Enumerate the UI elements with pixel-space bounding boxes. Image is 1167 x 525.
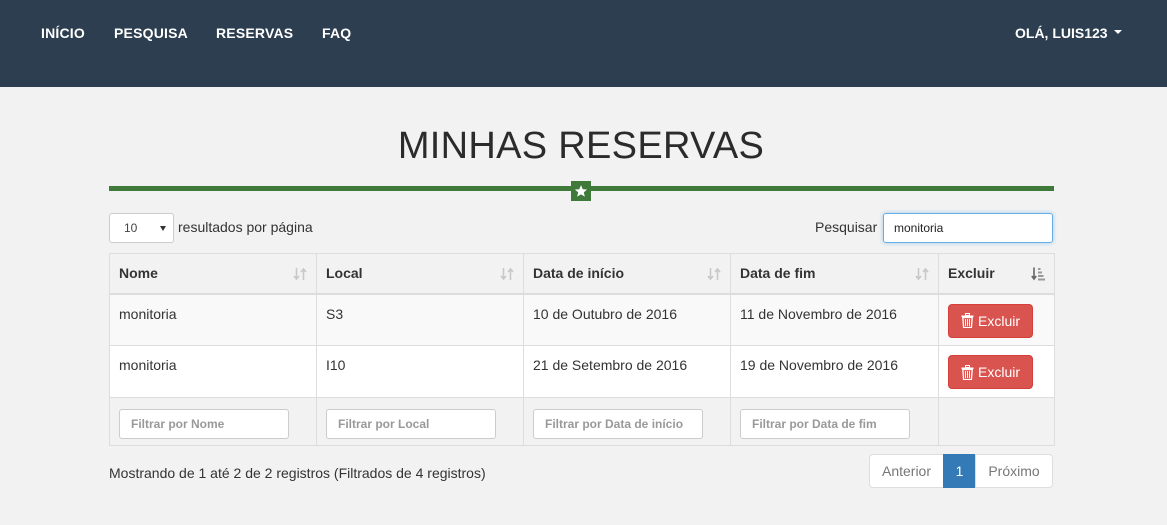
select-arrow-icon bbox=[160, 226, 166, 231]
top-navbar: INÍCIO PESQUISA RESERVAS FAQ OLÁ, LUIS12… bbox=[0, 0, 1167, 87]
sort-amount-desc-icon bbox=[1031, 267, 1045, 281]
excluir-button-label: Excluir bbox=[978, 364, 1021, 380]
excluir-button[interactable]: Excluir bbox=[948, 355, 1033, 389]
cell-data-inicio: 21 de Setembro de 2016 bbox=[523, 345, 731, 398]
cell-nome: monitoria bbox=[109, 293, 317, 346]
nav-pesquisa[interactable]: PESQUISA bbox=[114, 25, 188, 41]
filter-cell bbox=[109, 397, 317, 446]
sort-icon bbox=[707, 267, 721, 281]
column-header-local[interactable]: Local bbox=[316, 253, 524, 294]
column-header-nome[interactable]: Nome bbox=[109, 253, 317, 294]
filter-cell bbox=[523, 397, 731, 446]
excluir-button-label: Excluir bbox=[978, 312, 1021, 329]
table-header-row: Nome Local Data de início Data de fim Ex… bbox=[109, 253, 1055, 294]
column-header-label: Data de fim bbox=[740, 265, 816, 281]
filter-local-input[interactable] bbox=[326, 409, 496, 439]
sort-icon bbox=[915, 267, 929, 281]
filter-cell-empty bbox=[938, 397, 1055, 446]
cell-data-fim: 19 de Novembro de 2016 bbox=[730, 345, 939, 398]
pagination-previous[interactable]: Anterior bbox=[869, 454, 944, 488]
column-header-label: Excluir bbox=[948, 265, 995, 281]
cell-excluir: Excluir bbox=[938, 293, 1055, 346]
column-header-label: Data de início bbox=[533, 265, 625, 281]
table-info-text: Mostrando de 1 até 2 de 2 registros (Fil… bbox=[109, 465, 486, 481]
page-length-select[interactable]: 10 bbox=[109, 213, 174, 243]
user-menu-dropdown[interactable]: OLÁ, LUIS123 bbox=[1015, 25, 1122, 41]
filter-row bbox=[109, 397, 1055, 446]
pagination: Anterior 1 Próximo bbox=[869, 454, 1053, 488]
search-label: Pesquisar bbox=[815, 219, 878, 235]
search-input[interactable] bbox=[883, 213, 1053, 243]
pagination-page-current[interactable]: 1 bbox=[943, 454, 976, 488]
reservations-table: Nome Local Data de início Data de fim Ex… bbox=[109, 253, 1055, 446]
trash-icon bbox=[961, 313, 974, 328]
column-header-data-fim[interactable]: Data de fim bbox=[730, 253, 939, 294]
filter-cell bbox=[730, 397, 939, 446]
page-length-value: 10 bbox=[124, 221, 138, 235]
filter-nome-input[interactable] bbox=[119, 409, 289, 439]
column-header-label: Nome bbox=[119, 265, 158, 281]
cell-local: I10 bbox=[316, 345, 524, 398]
star-icon bbox=[571, 181, 591, 201]
cell-data-fim: 11 de Novembro de 2016 bbox=[730, 293, 939, 346]
column-header-data-inicio[interactable]: Data de início bbox=[523, 253, 731, 294]
cell-data-inicio: 10 de Outubro de 2016 bbox=[523, 293, 731, 346]
page-title: MINHAS RESERVAS bbox=[397, 125, 765, 167]
cell-local: S3 bbox=[316, 293, 524, 346]
filter-data-inicio-input[interactable] bbox=[533, 409, 703, 439]
sort-icon bbox=[293, 267, 307, 281]
user-menu-label: OLÁ, LUIS123 bbox=[1015, 25, 1108, 41]
column-header-label: Local bbox=[326, 265, 363, 281]
excluir-button[interactable]: Excluir bbox=[948, 303, 1033, 338]
nav-faq[interactable]: FAQ bbox=[322, 25, 351, 41]
nav-reservas[interactable]: RESERVAS bbox=[216, 25, 293, 41]
filter-cell bbox=[316, 397, 524, 446]
table-row: monitoria I10 21 de Setembro de 2016 19 … bbox=[109, 345, 1055, 398]
table-row: monitoria S3 10 de Outubro de 2016 11 de… bbox=[109, 293, 1055, 346]
trash-icon bbox=[961, 364, 974, 380]
cell-nome: monitoria bbox=[109, 345, 317, 398]
pagination-next[interactable]: Próximo bbox=[975, 454, 1053, 488]
nav-inicio[interactable]: INÍCIO bbox=[41, 25, 85, 41]
page-length-label: resultados por página bbox=[178, 219, 313, 235]
caret-down-icon bbox=[1113, 30, 1122, 35]
filter-data-fim-input[interactable] bbox=[740, 409, 910, 439]
column-header-excluir[interactable]: Excluir bbox=[938, 253, 1055, 294]
sort-icon bbox=[500, 267, 514, 281]
cell-excluir: Excluir bbox=[938, 345, 1055, 398]
